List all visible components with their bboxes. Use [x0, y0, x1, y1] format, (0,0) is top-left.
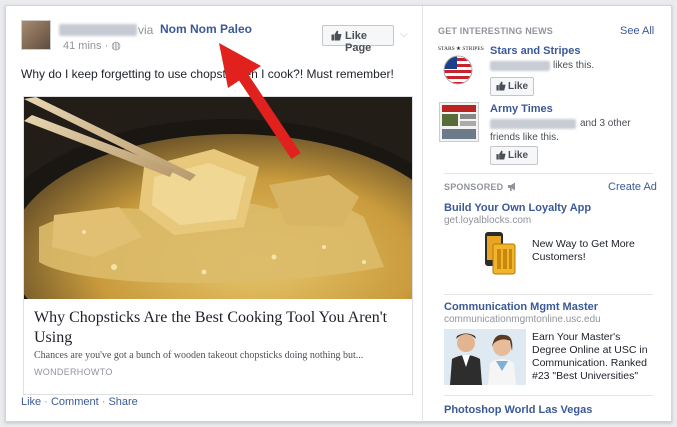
section-divider [444, 395, 653, 396]
flag-globe-icon [443, 55, 473, 85]
stars-and-stripes-logo[interactable]: STARS ★ STRIPES [438, 46, 484, 88]
ad-domain[interactable]: get.loyalblocks.com [444, 215, 531, 226]
like-label: Like [508, 150, 529, 161]
page-name-army-times[interactable]: Army Times [490, 103, 553, 115]
screenshot-frame: via Nom Nom Paleo 41 mins · ◍ Like Page … [5, 5, 672, 422]
ad-domain[interactable]: communicationmgmtonline.usc.edu [444, 314, 601, 325]
thumbs-up-icon [496, 150, 506, 160]
students-ad-image[interactable] [444, 329, 526, 385]
megaphone-icon [508, 182, 515, 191]
friend-names-blurred [490, 119, 576, 129]
right-sidebar: GET INTERESTING NEWS See All STARS ★ STR… [432, 6, 667, 421]
section-divider [444, 173, 653, 174]
loyalty-app-phone-image[interactable] [479, 230, 523, 282]
like-button-army-times[interactable]: Like [490, 146, 538, 165]
ad-title[interactable]: Photoshop World Las Vegas [444, 404, 592, 416]
see-all-link[interactable]: See All [620, 25, 654, 37]
like-button-stars-and-stripes[interactable]: Like [490, 77, 534, 96]
sponsored-header: SPONSORED [444, 182, 504, 192]
army-times-thumbnail[interactable] [439, 102, 479, 142]
ad-title[interactable]: Communication Mgmt Master [444, 301, 598, 313]
and-others-text: and 3 other [580, 118, 631, 129]
section-divider [444, 294, 653, 295]
ad-title[interactable]: Build Your Own Loyalty App [444, 202, 591, 214]
create-ad-link[interactable]: Create Ad [608, 181, 657, 193]
column-divider [422, 6, 423, 421]
ad-body: Earn Your Master's Degree Online at USC … [532, 331, 648, 382]
ad-body: New Way to Get More Customers! [532, 238, 635, 263]
page-name-stars-and-stripes[interactable]: Stars and Stripes [490, 45, 580, 57]
friend-names-blurred [490, 61, 550, 71]
logo-text: STARS ★ STRIPES [438, 46, 484, 52]
friends-like-this-text: friends like this. [490, 132, 559, 143]
like-label: Like [508, 81, 529, 92]
likes-this-text: likes this. [553, 60, 595, 71]
thumbs-up-icon [496, 81, 506, 91]
news-section-header: GET INTERESTING NEWS [438, 26, 554, 36]
